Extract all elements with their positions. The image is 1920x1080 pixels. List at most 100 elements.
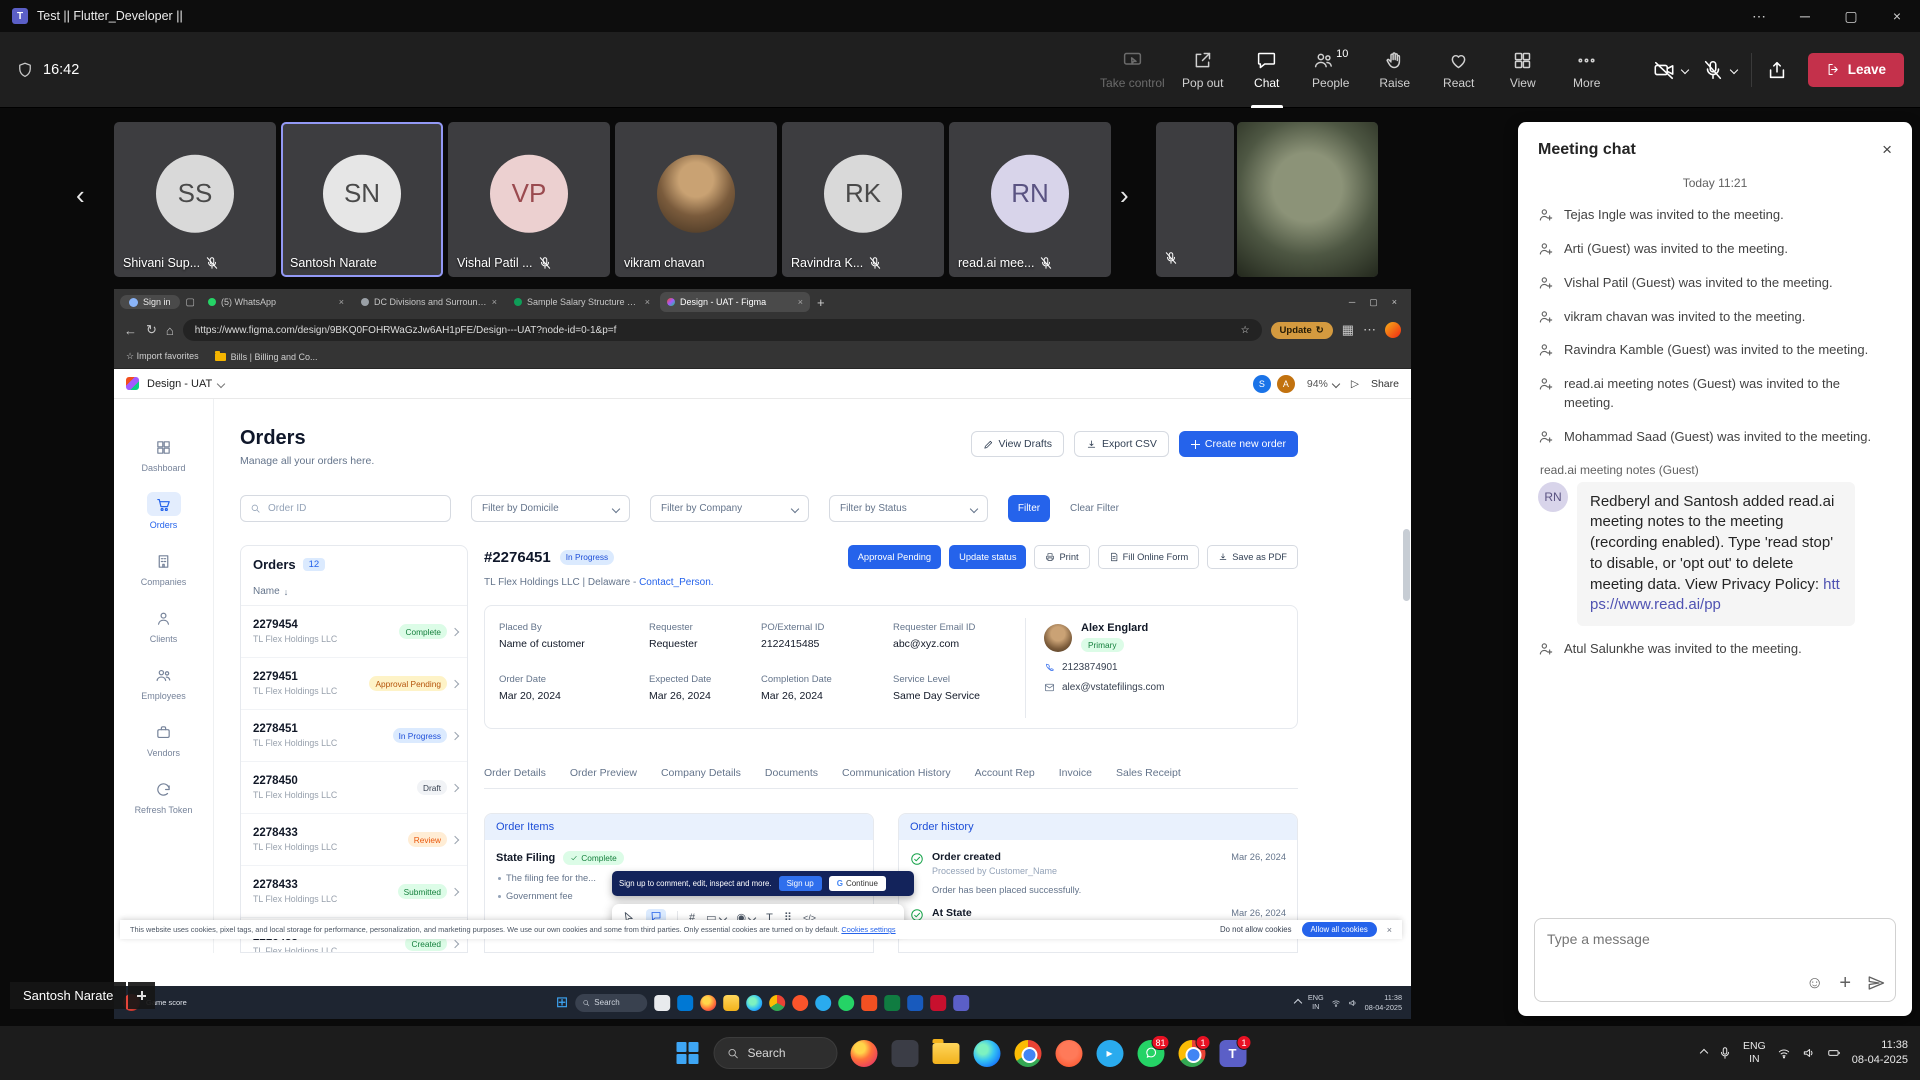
cookie-settings-link[interactable]: Cookies settings [841, 925, 895, 934]
name-column-header[interactable]: Name↓ [241, 580, 467, 606]
figma-share-button[interactable]: Share [1371, 378, 1399, 390]
mic-button[interactable] [1702, 59, 1737, 81]
edge-icon[interactable] [972, 1038, 1002, 1068]
app-icon[interactable] [907, 995, 923, 1011]
language-indicator[interactable]: ENGIN [1308, 994, 1324, 1012]
export-csv-button[interactable]: Export CSV [1074, 431, 1169, 457]
view-button[interactable]: View [1491, 32, 1555, 108]
url-box[interactable]: https://www.figma.com/design/9BKQ0FOHRWa… [183, 319, 1262, 341]
sidebar-item-companies[interactable]: Companies [141, 549, 187, 587]
clock[interactable]: 11:3808-04-2025 [1365, 993, 1402, 1011]
close-button[interactable]: × [1874, 0, 1920, 32]
taskbar-search[interactable]: Search [714, 1037, 838, 1069]
app-icon[interactable] [700, 995, 716, 1011]
contact-email[interactable]: alex@vstatefilings.com [1044, 682, 1287, 693]
app-icon[interactable] [769, 995, 785, 1011]
filter-domicile-select[interactable]: Filter by Domicile [471, 495, 630, 522]
app-icon[interactable] [838, 995, 854, 1011]
teams-icon[interactable]: T 1 [1218, 1038, 1248, 1068]
more-button[interactable]: More [1555, 32, 1619, 108]
strip-scroll-right-icon[interactable]: › [1120, 182, 1129, 208]
attach-icon[interactable]: + [1839, 973, 1851, 993]
send-icon[interactable] [1867, 974, 1885, 992]
create-order-button[interactable]: Create new order [1179, 431, 1298, 457]
order-list-row[interactable]: 2279454 TL Flex Holdings LLC Complete [241, 606, 467, 658]
presenter-pin-button[interactable] [128, 982, 155, 1009]
participant-tile[interactable]: VP Vishal Patil ... [448, 122, 610, 277]
browser-tab[interactable]: DC Divisions and Surroundings× [354, 292, 504, 312]
collaborator-avatar[interactable]: A [1277, 375, 1295, 393]
file-explorer-icon[interactable] [931, 1038, 961, 1068]
browser-menu-icon[interactable]: ⋯ [1363, 322, 1376, 338]
figma-logo-icon[interactable] [126, 377, 139, 390]
contact-person-link[interactable]: Contact_Person. [639, 577, 714, 588]
filter-status-select[interactable]: Filter by Status [829, 495, 988, 522]
tab-close-icon[interactable]: × [339, 297, 344, 307]
collaborator-avatar[interactable]: S [1253, 375, 1271, 393]
brave-icon[interactable] [1054, 1038, 1084, 1068]
react-button[interactable]: React [1427, 32, 1491, 108]
start-button[interactable]: ⊞ [556, 995, 569, 1010]
figma-doc-title[interactable]: Design - UAT [147, 378, 224, 390]
allow-cookies-button[interactable]: Allow all cookies [1302, 922, 1377, 937]
cookie-close-icon[interactable]: × [1387, 925, 1392, 935]
page-scrollbar-thumb[interactable] [1403, 529, 1410, 601]
browser-account-avatar[interactable] [1385, 322, 1401, 338]
detail-tab[interactable]: Invoice [1059, 767, 1092, 788]
tab-actions-icon[interactable]: ▢ [183, 297, 198, 308]
participant-tile[interactable]: vikram chavan [615, 122, 777, 277]
app-icon[interactable] [861, 995, 877, 1011]
start-button[interactable] [673, 1038, 703, 1068]
deny-cookies-button[interactable]: Do not allow cookies [1220, 925, 1292, 934]
browser-maximize-icon[interactable]: ▢ [1369, 297, 1378, 308]
order-id-input[interactable]: Order ID [240, 495, 451, 522]
browser-tab[interactable]: (5) WhatsApp× [201, 292, 351, 312]
sign-up-button[interactable]: Sign up [779, 876, 822, 891]
maximize-button[interactable]: ▢ [1828, 0, 1874, 32]
new-tab-button[interactable]: + [817, 295, 825, 310]
back-icon[interactable]: ← [124, 323, 137, 338]
browser-tab[interactable]: Sample Salary Structure with calc× [507, 292, 657, 312]
app-icon[interactable] [746, 995, 762, 1011]
present-icon[interactable]: ▷ [1351, 378, 1359, 390]
home-icon[interactable]: ⌂ [166, 323, 174, 338]
sidebar-item-orders[interactable]: Orders [147, 492, 181, 530]
taskbar-clock[interactable]: 11:3808-04-2025 [1852, 1038, 1908, 1068]
strip-scroll-left-icon[interactable]: ‹ [76, 182, 85, 208]
chat-close-icon[interactable]: × [1882, 140, 1892, 160]
filter-apply-button[interactable]: Filter [1008, 495, 1050, 522]
participant-tile[interactable]: RN read.ai mee... [949, 122, 1111, 277]
app-icon[interactable] [884, 995, 900, 1011]
chat-button[interactable]: Chat [1235, 32, 1299, 108]
favorites-folder[interactable]: Bills | Billing and Co... [215, 352, 318, 362]
raise-hand-button[interactable]: Raise [1363, 32, 1427, 108]
spotlight-tile[interactable] [1237, 122, 1378, 277]
share-button[interactable] [1766, 59, 1788, 81]
wifi-icon[interactable] [1331, 998, 1341, 1008]
order-list-row[interactable]: 2278450 TL Flex Holdings LLC Draft [241, 762, 467, 814]
wifi-icon[interactable] [1777, 1046, 1791, 1060]
people-button[interactable]: 10 People [1299, 32, 1363, 108]
app-icon[interactable] [792, 995, 808, 1011]
zoom-control[interactable]: 94% [1307, 378, 1339, 390]
filter-company-select[interactable]: Filter by Company [650, 495, 809, 522]
participant-tile[interactable] [1156, 122, 1234, 277]
approval-pending-button[interactable]: Approval Pending [848, 545, 941, 569]
pop-out-button[interactable]: Pop out [1171, 32, 1235, 108]
mic-dropdown-icon[interactable] [1729, 65, 1737, 73]
sidebar-item-vendors[interactable]: Vendors [147, 720, 181, 758]
refresh-icon[interactable]: ↻ [146, 322, 157, 338]
message-input-box[interactable]: ☺ + [1534, 918, 1896, 1002]
tray-expand-icon[interactable] [1294, 998, 1302, 1006]
sidebar-item-clients[interactable]: Clients [147, 606, 181, 644]
minimize-button[interactable]: ─ [1782, 0, 1828, 32]
telegram-icon[interactable]: ▸ [1095, 1038, 1125, 1068]
fill-online-form-button[interactable]: Fill Online Form [1098, 545, 1200, 569]
detail-tab[interactable]: Communication History [842, 767, 951, 788]
app-icon[interactable] [953, 995, 969, 1011]
browser-update-button[interactable]: Update↻ [1271, 322, 1333, 339]
import-favorites-link[interactable]: ☆ Import favorites [126, 351, 199, 362]
tray-expand-icon[interactable] [1700, 1049, 1708, 1057]
mic-tray-icon[interactable] [1718, 1046, 1732, 1060]
search-box[interactable]: Search [575, 994, 647, 1012]
